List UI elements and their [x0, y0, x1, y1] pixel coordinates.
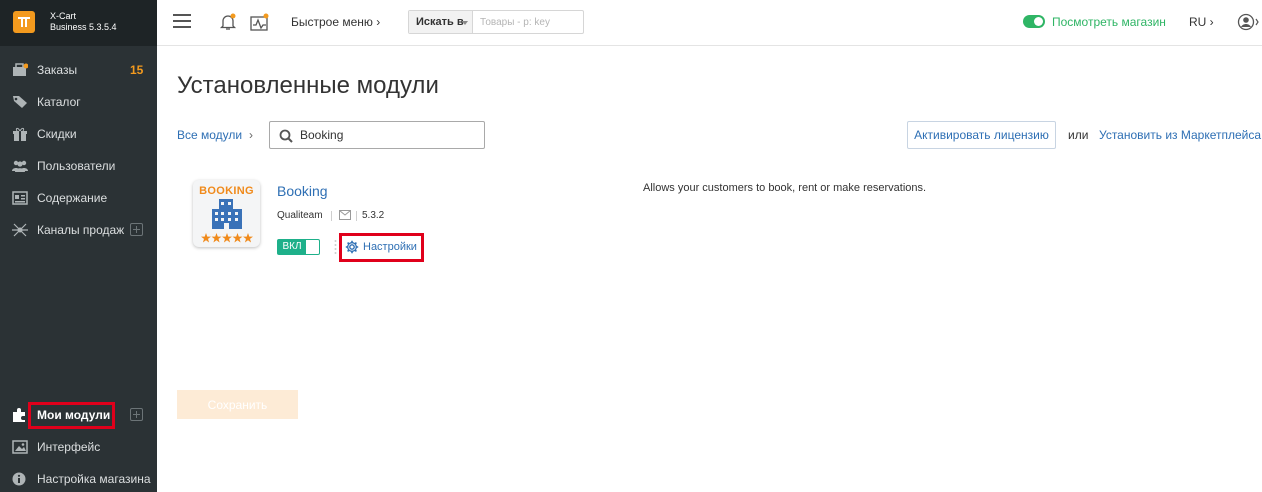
- user-account-icon[interactable]: [1237, 13, 1259, 33]
- xcart-logo-icon: [13, 11, 35, 33]
- sales-channels-icon: [12, 223, 28, 237]
- brand-version: Business 5.3.5.4: [50, 22, 117, 32]
- module-search: [269, 121, 485, 149]
- module-card-booking: BOOKING Booking Qualiteam 5.3.2 ВКЛ Наст…: [177, 170, 1262, 280]
- module-author: Qualiteam: [277, 210, 323, 221]
- search-icon: [279, 129, 293, 143]
- info-icon: [12, 472, 26, 486]
- quick-menu-link[interactable]: Быстрое меню ›: [291, 15, 380, 29]
- sidebar-item-content[interactable]: Содержание: [0, 182, 157, 214]
- sidebar: X-Cart Business 5.3.5.4 Заказы 15 Катало…: [0, 0, 157, 492]
- sidebar-item-sales-channels[interactable]: Каналы продаж: [0, 214, 157, 246]
- breadcrumb-all-modules[interactable]: Все модули: [177, 128, 242, 142]
- save-button[interactable]: Сохранить: [177, 390, 298, 419]
- image-icon: [12, 440, 28, 454]
- add-module-icon[interactable]: [130, 408, 143, 421]
- orders-icon: [13, 63, 28, 76]
- sidebar-item-orders[interactable]: Заказы 15: [0, 54, 157, 86]
- view-store-link[interactable]: Посмотреть магазин: [1052, 15, 1166, 29]
- building-icon: [212, 199, 242, 229]
- toggle-on-label: ВКЛ: [278, 240, 306, 254]
- hamburger-menu-icon[interactable]: [173, 14, 191, 28]
- sidebar-item-discounts[interactable]: Скидки: [0, 118, 157, 150]
- chevron-down-icon: [462, 21, 468, 25]
- module-search-input[interactable]: [300, 122, 480, 148]
- module-description: Allows your customers to book, rent or m…: [643, 182, 927, 194]
- top-header: Быстрое меню › Искать в Посмотреть магаз…: [157, 0, 1262, 46]
- global-search-input[interactable]: [474, 11, 582, 33]
- breadcrumb-chevron-icon: ›: [249, 128, 253, 142]
- content-icon: [12, 191, 28, 205]
- mail-icon[interactable]: [339, 210, 351, 220]
- puzzle-icon: [13, 408, 25, 422]
- vertical-dots-icon: [334, 240, 337, 254]
- add-sales-channel-icon[interactable]: [130, 223, 143, 236]
- install-from-marketplace-link[interactable]: Установить из Маркетплейса: [1099, 128, 1261, 142]
- gear-icon: [345, 240, 359, 254]
- orders-count-badge: 15: [130, 63, 144, 77]
- users-icon: [12, 160, 28, 172]
- search-scope-label: Искать в: [416, 16, 464, 28]
- gift-icon: [13, 127, 27, 141]
- brand-name: X-Cart: [50, 11, 77, 21]
- sidebar-item-label: Каталог: [37, 95, 81, 109]
- sidebar-item-store-settings[interactable]: Настройка магазина: [0, 463, 157, 492]
- sidebar-item-label: Пользователи: [37, 159, 116, 173]
- settings-label: Настройки: [363, 241, 417, 253]
- sidebar-item-users[interactable]: Пользователи: [0, 150, 157, 182]
- module-version: 5.3.2: [362, 210, 385, 221]
- divider: [331, 211, 332, 221]
- storefront-toggle[interactable]: [1023, 15, 1045, 28]
- sidebar-item-catalog[interactable]: Каталог: [0, 86, 157, 118]
- sidebar-item-label: Заказы: [37, 63, 78, 77]
- sidebar-item-interface[interactable]: Интерфейс: [0, 431, 157, 463]
- language-selector[interactable]: RU ›: [1189, 15, 1214, 29]
- sidebar-item-label: Содержание: [37, 191, 108, 205]
- sidebar-item-label: Скидки: [37, 127, 77, 141]
- module-icon-text: BOOKING: [199, 185, 254, 197]
- global-search: Искать в: [408, 10, 584, 34]
- sidebar-item-label: Интерфейс: [37, 440, 101, 454]
- module-name-link[interactable]: Booking: [277, 183, 328, 199]
- rating-stars-icon: [201, 233, 253, 243]
- tag-icon: [13, 96, 27, 108]
- my-modules-highlight: [28, 402, 115, 429]
- search-scope-select[interactable]: Искать в: [409, 11, 473, 33]
- or-label: или: [1068, 128, 1089, 142]
- brand-header[interactable]: X-Cart Business 5.3.5.4: [0, 0, 157, 46]
- module-enable-toggle[interactable]: ВКЛ: [277, 239, 320, 255]
- activate-license-button[interactable]: Активировать лицензию: [907, 121, 1056, 149]
- page-title: Установленные модули: [177, 72, 439, 99]
- booking-module-icon: BOOKING: [193, 180, 260, 247]
- sidebar-item-label: Каналы продаж: [37, 223, 125, 237]
- module-settings-link[interactable]: Настройки: [345, 240, 417, 259]
- activity-icon[interactable]: [250, 13, 270, 31]
- bell-icon[interactable]: [219, 13, 237, 31]
- sidebar-item-label: Настройка магазина: [37, 472, 151, 486]
- divider: [356, 211, 357, 221]
